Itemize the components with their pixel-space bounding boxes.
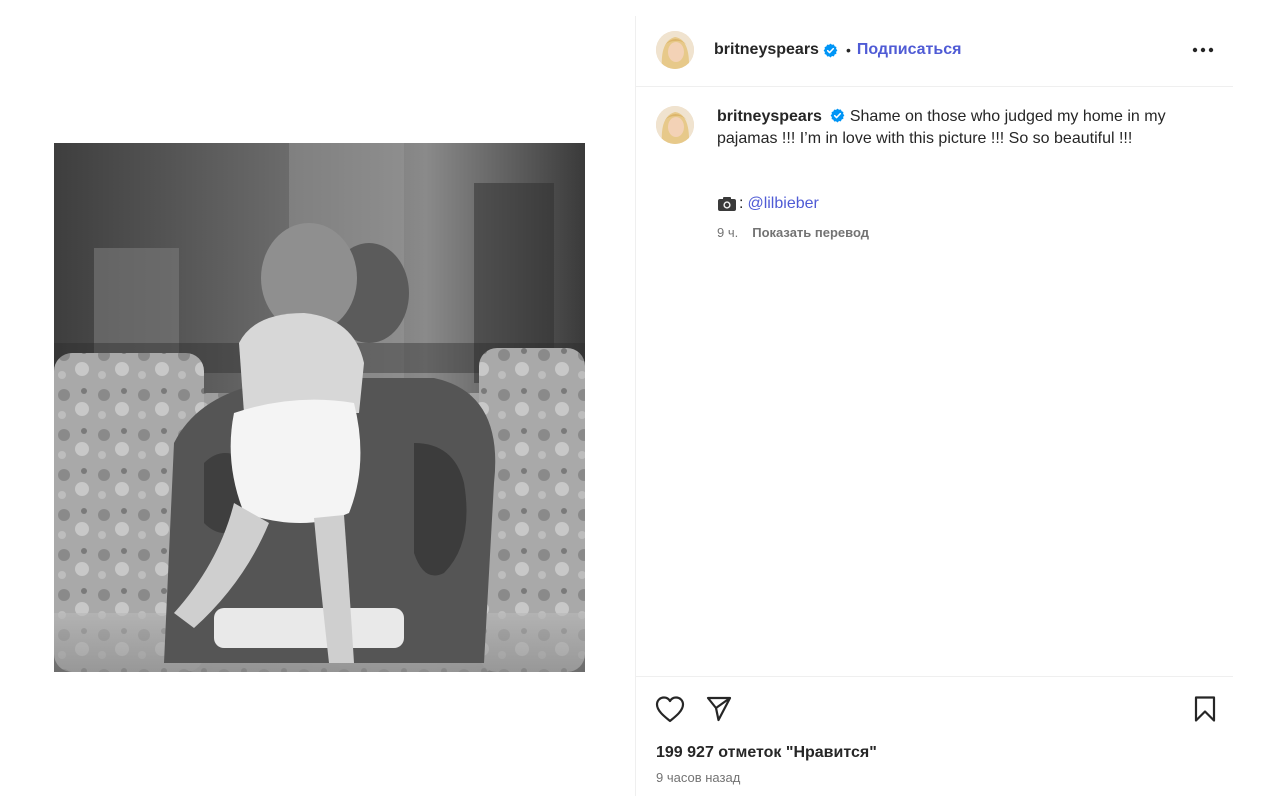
verified-badge-icon — [830, 108, 845, 123]
post-caption: britneyspears Shame on those who judged … — [717, 106, 1177, 150]
follow-button[interactable]: Подписаться — [857, 41, 962, 59]
caption-meta: 9 ч. Показать перевод — [717, 223, 869, 241]
likes-count[interactable]: 199 927 отметок "Нравится" — [656, 744, 877, 762]
camera-icon — [717, 196, 737, 212]
header-separator: • — [845, 42, 851, 58]
post-time-ago[interactable]: 9 часов назад — [656, 770, 740, 785]
actions-divider — [636, 676, 1233, 677]
avatar-image — [656, 106, 694, 144]
heart-icon[interactable] — [655, 694, 685, 724]
author-username[interactable]: britneyspears — [714, 41, 819, 59]
verified-badge-icon — [823, 43, 838, 58]
author-avatar[interactable] — [656, 31, 694, 69]
post-detail-panel: britneyspears • Подписаться britneyspear… — [635, 16, 1233, 796]
header-identity: britneyspears • Подписаться — [714, 38, 961, 62]
more-options-icon[interactable] — [1188, 38, 1218, 62]
bookmark-icon[interactable] — [1190, 694, 1220, 724]
caption-timestamp[interactable]: 9 ч. — [717, 225, 738, 240]
mention-link[interactable]: @lilbieber — [747, 195, 818, 213]
avatar-image — [656, 31, 694, 69]
post-photo[interactable] — [54, 143, 585, 672]
send-icon[interactable] — [704, 694, 734, 724]
show-translation-button[interactable]: Показать перевод — [752, 225, 869, 240]
caption-username[interactable]: britneyspears — [717, 108, 822, 125]
credit-prefix: : — [739, 195, 744, 212]
photo-credit: : @lilbieber — [717, 192, 819, 216]
post-photo-image — [54, 143, 585, 672]
caption-author-avatar[interactable] — [656, 106, 694, 144]
post-header: britneyspears • Подписаться — [636, 16, 1233, 87]
